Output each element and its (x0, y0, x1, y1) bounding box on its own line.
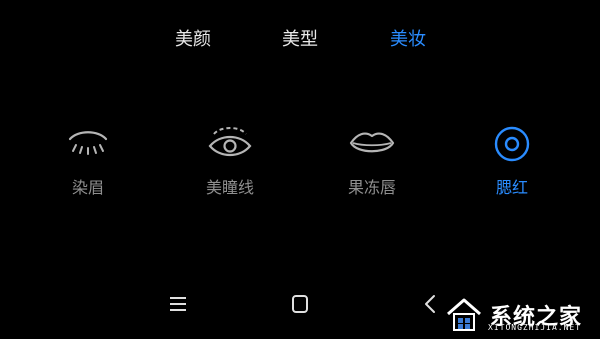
menu-icon[interactable] (158, 284, 198, 324)
option-blush[interactable]: 腮红 (452, 122, 572, 206)
lips-icon (312, 122, 432, 172)
option-label: 美瞳线 (205, 178, 254, 197)
tab-shape[interactable]: 美型 (265, 22, 335, 58)
option-label: 腮红 (495, 178, 528, 197)
option-eyeliner[interactable]: 美瞳线 (170, 122, 290, 206)
tab-beauty[interactable]: 美颜 (158, 22, 228, 58)
watermark-logo: 系统之家 XITONGZHIJIA.NET (420, 289, 600, 339)
blush-icon (452, 122, 572, 172)
tab-bar: 美颜 美型 美妆 (0, 22, 600, 58)
option-jelly-lips[interactable]: 果冻唇 (312, 122, 432, 206)
watermark-url: XITONGZHIJIA.NET (488, 323, 582, 332)
option-eyebrow[interactable]: 染眉 (28, 122, 148, 206)
tab-makeup[interactable]: 美妆 (373, 22, 443, 58)
eye-icon (170, 122, 290, 172)
house-logo-icon (444, 294, 484, 334)
eyebrow-icon (28, 122, 148, 172)
option-label: 染眉 (71, 178, 104, 197)
option-label: 果冻唇 (347, 178, 396, 197)
home-icon[interactable] (280, 284, 320, 324)
